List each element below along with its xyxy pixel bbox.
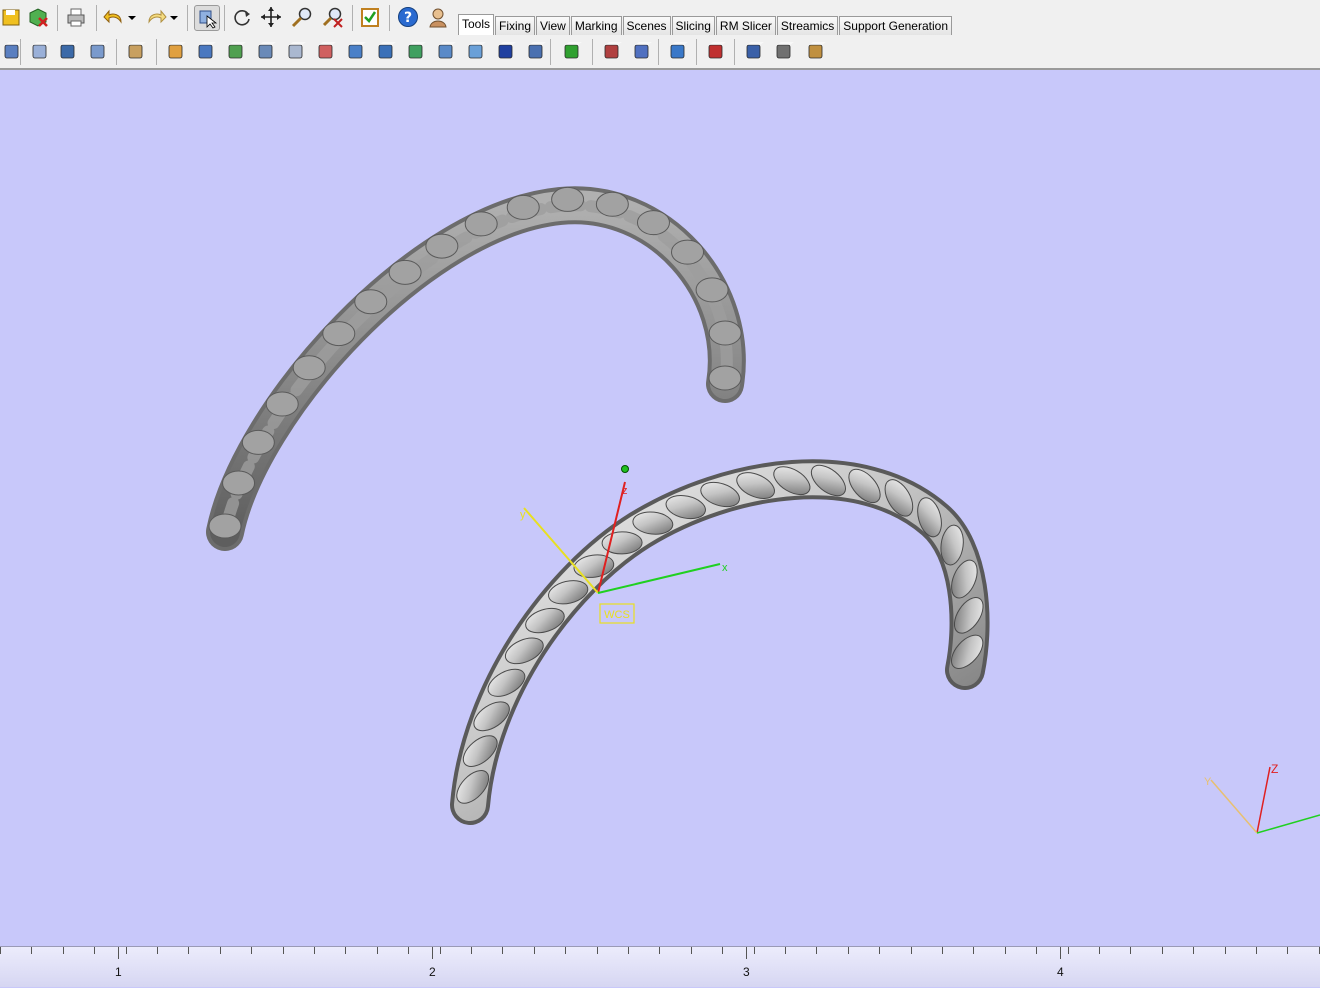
wizard-icon[interactable] xyxy=(426,5,450,29)
rope-bead xyxy=(354,289,388,315)
rope-bead xyxy=(388,259,422,285)
package-icon[interactable] xyxy=(804,39,828,63)
tab-rm-slicer[interactable]: RM Slicer xyxy=(715,16,776,35)
ruler-label: 4 xyxy=(1057,965,1064,979)
rope-bead xyxy=(636,210,670,236)
bottom-ruler: 1 2 3 4 xyxy=(0,946,1320,987)
tab-streamics[interactable]: Streamics xyxy=(776,16,839,35)
align-icon[interactable] xyxy=(560,39,584,63)
mirror-icon[interactable] xyxy=(314,39,338,63)
boolean-icon[interactable] xyxy=(374,39,398,63)
label-part-icon[interactable] xyxy=(224,39,248,63)
tab-fixing[interactable]: Fixing xyxy=(495,16,536,35)
rope-bead xyxy=(208,513,242,539)
rope-bead xyxy=(265,391,299,417)
rope-bead xyxy=(464,211,498,237)
measure-icon[interactable] xyxy=(254,39,278,63)
ribbon-tabs: Tools Fixing View Marking Scenes Slicing… xyxy=(458,14,953,36)
save-icon[interactable] xyxy=(0,5,24,29)
wcs-label: WCS xyxy=(604,609,630,621)
extrude-icon[interactable] xyxy=(404,39,428,63)
rope-bead xyxy=(425,233,459,259)
tab-scenes[interactable]: Scenes xyxy=(622,16,671,35)
pivot-handle[interactable] xyxy=(621,465,629,473)
help-icon[interactable]: ? xyxy=(396,5,420,29)
part-properties-icon[interactable] xyxy=(194,39,218,63)
translate-box-icon[interactable] xyxy=(600,39,624,63)
rope-bead xyxy=(322,321,356,347)
axis-z-label: z xyxy=(622,485,628,497)
rope-bead xyxy=(292,355,326,381)
import-part-icon[interactable] xyxy=(164,39,188,63)
platform-icon[interactable] xyxy=(666,39,690,63)
copy-icon[interactable] xyxy=(56,39,80,63)
print-icon[interactable] xyxy=(64,5,88,29)
rope-bead xyxy=(506,194,540,220)
zoom-icon[interactable] xyxy=(290,5,314,29)
ruler-label: 3 xyxy=(743,965,750,979)
solid-view-icon[interactable] xyxy=(494,39,518,63)
paste-icon[interactable] xyxy=(86,39,110,63)
coordinate-system-icon[interactable] xyxy=(630,39,654,63)
rope-bead xyxy=(551,186,585,212)
tab-tools[interactable]: Tools xyxy=(458,14,495,35)
scene-canvas[interactable]: z y x WCS Z Y xyxy=(0,70,1320,946)
settings-icon[interactable] xyxy=(742,39,766,63)
ruler-label: 1 xyxy=(115,965,122,979)
rotate-icon[interactable] xyxy=(230,5,254,29)
undo-dropdown-icon[interactable] xyxy=(126,5,138,29)
recalculate-icon[interactable] xyxy=(704,39,728,63)
tab-support-generation[interactable]: Support Generation xyxy=(839,16,953,35)
rope-part-flat[interactable] xyxy=(206,186,746,551)
layers-icon[interactable] xyxy=(772,39,796,63)
shaded-view-icon[interactable] xyxy=(524,39,548,63)
tools-toolbar xyxy=(0,36,1320,70)
rope-part-twisted[interactable] xyxy=(450,459,990,825)
tab-slicing[interactable]: Slicing xyxy=(671,16,715,35)
3d-viewport[interactable]: z y x WCS Z Y xyxy=(0,70,1320,946)
svg-text:?: ? xyxy=(404,10,412,26)
rope-bead xyxy=(671,239,705,265)
rope-bead xyxy=(595,191,629,217)
redo-dropdown-icon[interactable] xyxy=(168,5,180,29)
cube-view-icon[interactable] xyxy=(344,39,368,63)
select-part-icon[interactable] xyxy=(194,5,220,31)
rope-bead xyxy=(695,277,729,303)
duplicate-icon[interactable] xyxy=(284,39,308,63)
checklist-icon[interactable] xyxy=(358,5,382,29)
pan-icon[interactable] xyxy=(259,5,283,29)
axis-y-label: y xyxy=(520,509,526,521)
corner-axis-triad: Z Y xyxy=(1204,762,1320,834)
cut-icon[interactable] xyxy=(28,39,52,63)
corner-y-label: Y xyxy=(1204,776,1212,788)
ruler-label: 2 xyxy=(429,965,436,979)
undo-icon[interactable] xyxy=(102,5,126,29)
hollow-icon[interactable] xyxy=(464,39,488,63)
axis-x-label: x xyxy=(722,562,728,574)
rope-bead xyxy=(222,470,256,496)
redo-icon[interactable] xyxy=(144,5,168,29)
rope-bead xyxy=(708,365,742,391)
tab-marking[interactable]: Marking xyxy=(570,16,622,35)
rope-bead xyxy=(241,429,275,455)
rope-bead xyxy=(708,320,742,346)
main-toolbar: ? Tools Fixing View Marking Scenes Slici… xyxy=(0,0,1320,37)
corner-z-label: Z xyxy=(1271,762,1278,776)
tab-view[interactable]: View xyxy=(536,16,570,35)
zoom-window-icon[interactable] xyxy=(321,5,345,29)
hand-select-icon[interactable] xyxy=(124,39,148,63)
surface-icon[interactable] xyxy=(434,39,458,63)
export-part-icon[interactable] xyxy=(26,5,50,29)
